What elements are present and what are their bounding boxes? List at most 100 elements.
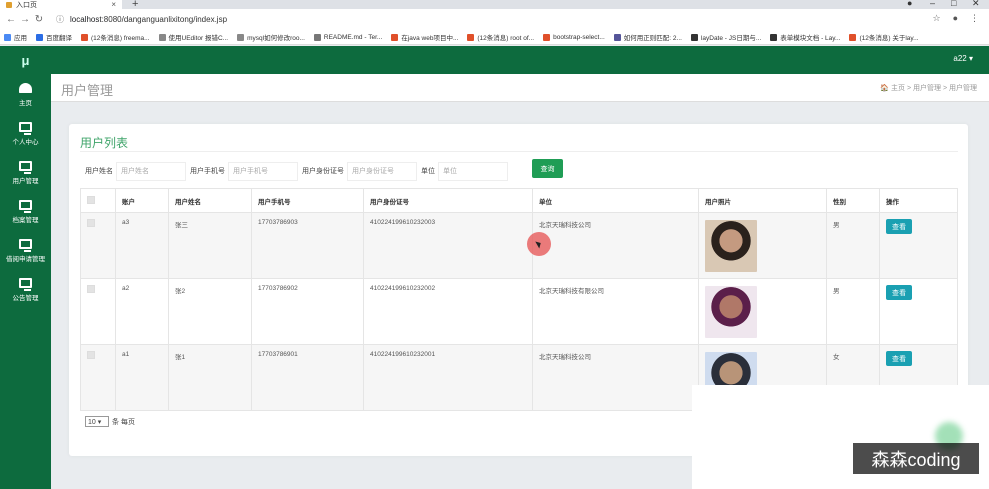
view-button[interactable]: 查看 [886,219,912,234]
bookmark-favicon-icon [158,33,166,41]
tab-close-icon[interactable]: × [111,0,116,9]
search-button[interactable]: 查询 [532,159,563,178]
menu-dots-icon[interactable]: ⋮ [970,13,979,24]
cell-account: a2 [115,278,169,345]
browser-tab[interactable]: 入口页 × [0,0,122,9]
tab-favicon-icon [6,1,12,8]
page-size-label: 条 每页 [112,418,135,426]
filter-input[interactable]: 用户身份证号 [347,161,417,181]
monitor-icon [19,161,32,174]
browser-tabbar: 入口页 × + ● – □ ✕ [0,0,989,10]
table-row: a2 张2 17703786902 410224199610232002 北京天瑞科技有… [80,278,958,345]
view-button[interactable]: 查看 [886,351,912,366]
bookmark-label: 应用 [14,35,27,42]
sidebar-item-label: 用户管理 [12,178,39,185]
sidebar-item[interactable]: 借阅申请管理 [0,232,51,270]
page-size-select[interactable]: 10 ▾ [85,416,109,427]
url-input[interactable]: ⓘ localhost:8080/danganguanlixitong/inde… [56,12,956,27]
cell-photo [698,278,827,345]
bookmark-label: (12条消息) root of... [477,35,535,42]
breadcrumb: 🏠 主页 > 用户管理 > 用户管理 [880,85,977,92]
bookmarks-bar: 应用 百度翻译 (12条消息) freema... 使用UEditor 报错C... m… [0,30,989,45]
cell-idcard: 410224199610232001 [363,344,533,411]
bookmark-item[interactable]: 表单模块文档 - Lay... [770,32,840,42]
site-info-icon[interactable]: ⓘ [56,14,64,25]
forward-icon[interactable]: → [18,14,32,25]
cell-name: 张三 [168,212,252,279]
app-logo: μ [21,52,30,68]
row-select-cell [80,212,116,279]
table-row: a3 张三 17703786903 410224199610232003 北京天瑞科技公… [80,212,958,279]
bookmark-item[interactable]: 百度翻译 [36,32,72,42]
bookmark-item[interactable]: (12条消息) freema... [81,32,150,42]
bookmark-favicon-icon [613,33,621,41]
monitor-icon [19,200,32,213]
cell-phone: 17703786903 [251,212,364,279]
row-checkbox[interactable] [87,351,95,359]
bookmark-favicon-icon [237,33,245,41]
bookmark-label: 使用UEditor 报错C... [168,35,229,42]
filter-input[interactable]: 单位 [438,161,508,181]
bookmark-item[interactable]: 在java web项目中... [391,32,458,42]
monitor-icon [19,278,32,291]
view-button[interactable]: 查看 [886,285,912,300]
sidebar-item[interactable]: 档案管理 [0,193,51,231]
cell-account: a3 [115,212,169,279]
row-checkbox[interactable] [87,285,95,293]
sidebar-item[interactable]: 公告管理 [0,271,51,309]
bookmark-label: (12条消息) freema... [91,35,150,42]
bookmark-favicon-icon [467,33,475,41]
bookmark-item[interactable]: README.md - Ter... [313,33,382,41]
cell-phone: 17703786902 [251,278,364,345]
bookmark-label: 百度翻译 [46,35,72,42]
bookmark-item[interactable]: 如何用正则匹配: 2... [613,32,682,42]
sidebar-item-label: 主页 [19,100,32,107]
profile-icon[interactable]: ● [907,0,912,8]
filter-label: 单位 [421,168,435,175]
cell-phone: 17703786901 [251,344,364,411]
cell-idcard: 410224199610232003 [363,212,533,279]
minimize-icon[interactable]: – [930,0,935,8]
user-menu[interactable]: a22 ▾ [953,54,973,63]
bookmark-item[interactable]: 使用UEditor 报错C... [158,32,229,42]
filter-input[interactable]: 用户姓名 [116,161,186,181]
bookmark-item[interactable]: (12条消息) 关于lay... [849,32,919,42]
bookmark-item[interactable]: mysql如何修改roo... [237,32,305,42]
bookmark-star-icon[interactable]: ☆ [932,13,940,24]
bookmark-item[interactable]: layDate - JS日期与... [690,32,761,42]
sidebar-item[interactable]: 用户管理 [0,154,51,192]
column-header: 单位 [532,188,699,213]
row-checkbox[interactable] [87,219,95,227]
bookmark-favicon-icon [770,33,778,41]
sidebar-item-label: 档案管理 [12,217,39,224]
column-header: 用户身份证号 [363,188,533,213]
column-header: 用户照片 [698,188,827,213]
monitor-icon [19,122,32,135]
close-window-icon[interactable]: ✕ [972,0,980,9]
filter-input[interactable]: 用户手机号 [228,161,298,181]
column-header: 用户姓名 [168,188,252,213]
bookmark-item[interactable]: 应用 [4,32,27,42]
cell-unit: 北京天瑞科技有限公司 [532,278,699,345]
cell-action: 查看 [879,212,958,279]
cell-account: a1 [115,344,169,411]
sidebar: 主页个人中心用户管理档案管理借阅申请管理公告管理 [0,74,51,489]
card-title: 用户列表 [80,136,129,150]
maximize-icon[interactable]: □ [951,0,956,8]
column-header: 性别 [826,188,880,213]
select-all-checkbox[interactable] [87,195,95,204]
bookmark-favicon-icon [4,33,11,41]
cell-unit: 北京天瑞科技公司 [532,212,699,279]
back-icon[interactable]: ← [4,14,18,25]
filter-label: 用户姓名 [85,168,113,175]
sidebar-item[interactable]: 个人中心 [0,115,51,153]
page-title: 用户管理 [61,83,114,98]
sidebar-item[interactable]: 主页 [0,76,51,114]
watermark: 森森coding [853,443,979,474]
bookmark-item[interactable]: (12条消息) root of... [467,32,534,42]
reload-icon[interactable]: ↻ [32,14,46,25]
sidebar-item-label: 公告管理 [12,295,39,302]
account-icon[interactable]: ● [953,13,958,24]
bookmark-item[interactable]: bootstrap-select... [543,33,605,41]
user-photo [705,220,757,272]
